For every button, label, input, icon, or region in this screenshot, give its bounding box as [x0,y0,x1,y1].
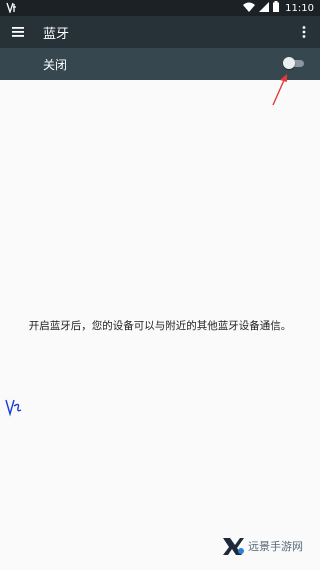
status-bar: 11:10 [0,0,320,16]
signal-icon [259,1,270,15]
more-vert-icon[interactable] [292,20,316,44]
switch-thumb[interactable] [283,57,295,69]
scribble-icon [5,399,22,417]
status-time: 11:10 [285,2,314,14]
bluetooth-hint-text: 开启蓝牙后，您的设备可以与附近的其他蓝牙设备通信。 [28,320,292,332]
wifi-icon [243,2,256,15]
annotation-arrow-icon [272,74,287,106]
watermark: 远景手游网 [222,534,303,558]
watermark-logo-icon [223,538,244,555]
battery-icon [273,1,280,15]
page-title: 蓝牙 [43,27,70,42]
watermark-text: 远景手游网 [248,540,303,553]
vf-logo-icon [6,2,18,16]
hamburger-menu-icon[interactable] [6,20,30,44]
bluetooth-state-label: 关闭 [43,58,68,72]
bluetooth-switch[interactable] [283,57,305,70]
app-bar: 蓝牙 [0,16,320,48]
status-icons: 11:10 [243,1,314,15]
